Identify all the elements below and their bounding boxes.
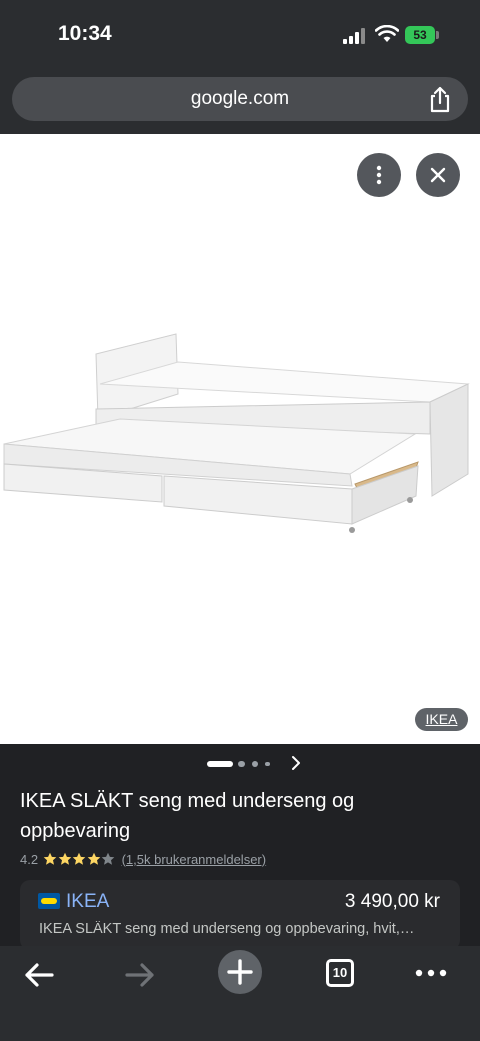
- pager-dot[interactable]: [265, 762, 270, 766]
- status-bar: 10:34 53: [0, 0, 480, 70]
- status-time: 10:34: [58, 22, 112, 45]
- image-source-link[interactable]: IKEA: [415, 708, 468, 731]
- store-name[interactable]: IKEA: [66, 891, 109, 913]
- arrow-left-icon[interactable]: [22, 960, 56, 990]
- browser-address-row: google.com: [0, 70, 480, 134]
- wifi-icon: [375, 25, 399, 42]
- product-title[interactable]: IKEA SLÄKT seng med underseng og oppbeva…: [20, 786, 460, 846]
- rating-row: 4.2 (1,5k brukeranmeldelser): [20, 850, 266, 868]
- address-bar[interactable]: google.com: [12, 77, 468, 121]
- pager-dot[interactable]: [252, 761, 258, 767]
- url-text[interactable]: google.com: [12, 88, 468, 110]
- pager-dot[interactable]: [238, 761, 245, 767]
- plus-icon: [227, 959, 253, 985]
- star-filled-icon: [87, 852, 100, 865]
- rating-value: 4.2: [20, 851, 39, 867]
- close-icon: [430, 167, 446, 183]
- reviews-link[interactable]: (1,5k brukeranmeldelser): [122, 852, 267, 867]
- offer-description: IKEA SLÄKT seng med underseng og oppbeva…: [39, 921, 415, 937]
- star-empty-icon: [101, 852, 115, 865]
- cellular-signal-icon: [343, 28, 369, 44]
- browser-toolbar: 10: [0, 946, 480, 1041]
- new-tab-button[interactable]: [218, 950, 262, 994]
- battery-indicator: 53: [405, 26, 435, 44]
- star-filled-icon: [72, 852, 86, 865]
- share-icon[interactable]: [427, 85, 453, 113]
- close-button[interactable]: [416, 153, 460, 197]
- product-image-bed: [3, 333, 470, 533]
- image-pager[interactable]: [0, 744, 480, 782]
- ikea-logo-icon: [38, 893, 60, 909]
- arrow-right-icon[interactable]: [123, 960, 157, 990]
- offer-card[interactable]: IKEA 3 490,00 kr IKEA SLÄKT seng med und…: [20, 880, 460, 950]
- rating-stars: [43, 852, 116, 866]
- star-filled-icon: [58, 852, 71, 865]
- star-filled-icon: [43, 852, 57, 865]
- more-horizontal-icon[interactable]: [414, 967, 448, 979]
- chevron-right-icon[interactable]: [289, 755, 303, 771]
- price: 3 490,00 kr: [344, 891, 440, 912]
- more-options-button[interactable]: [357, 153, 401, 197]
- tab-switcher-button[interactable]: 10: [326, 959, 354, 987]
- image-viewer[interactable]: IKEA: [0, 134, 480, 744]
- battery-tip: [436, 31, 439, 39]
- more-vertical-icon: [376, 165, 382, 185]
- pager-dot-active[interactable]: [207, 761, 233, 767]
